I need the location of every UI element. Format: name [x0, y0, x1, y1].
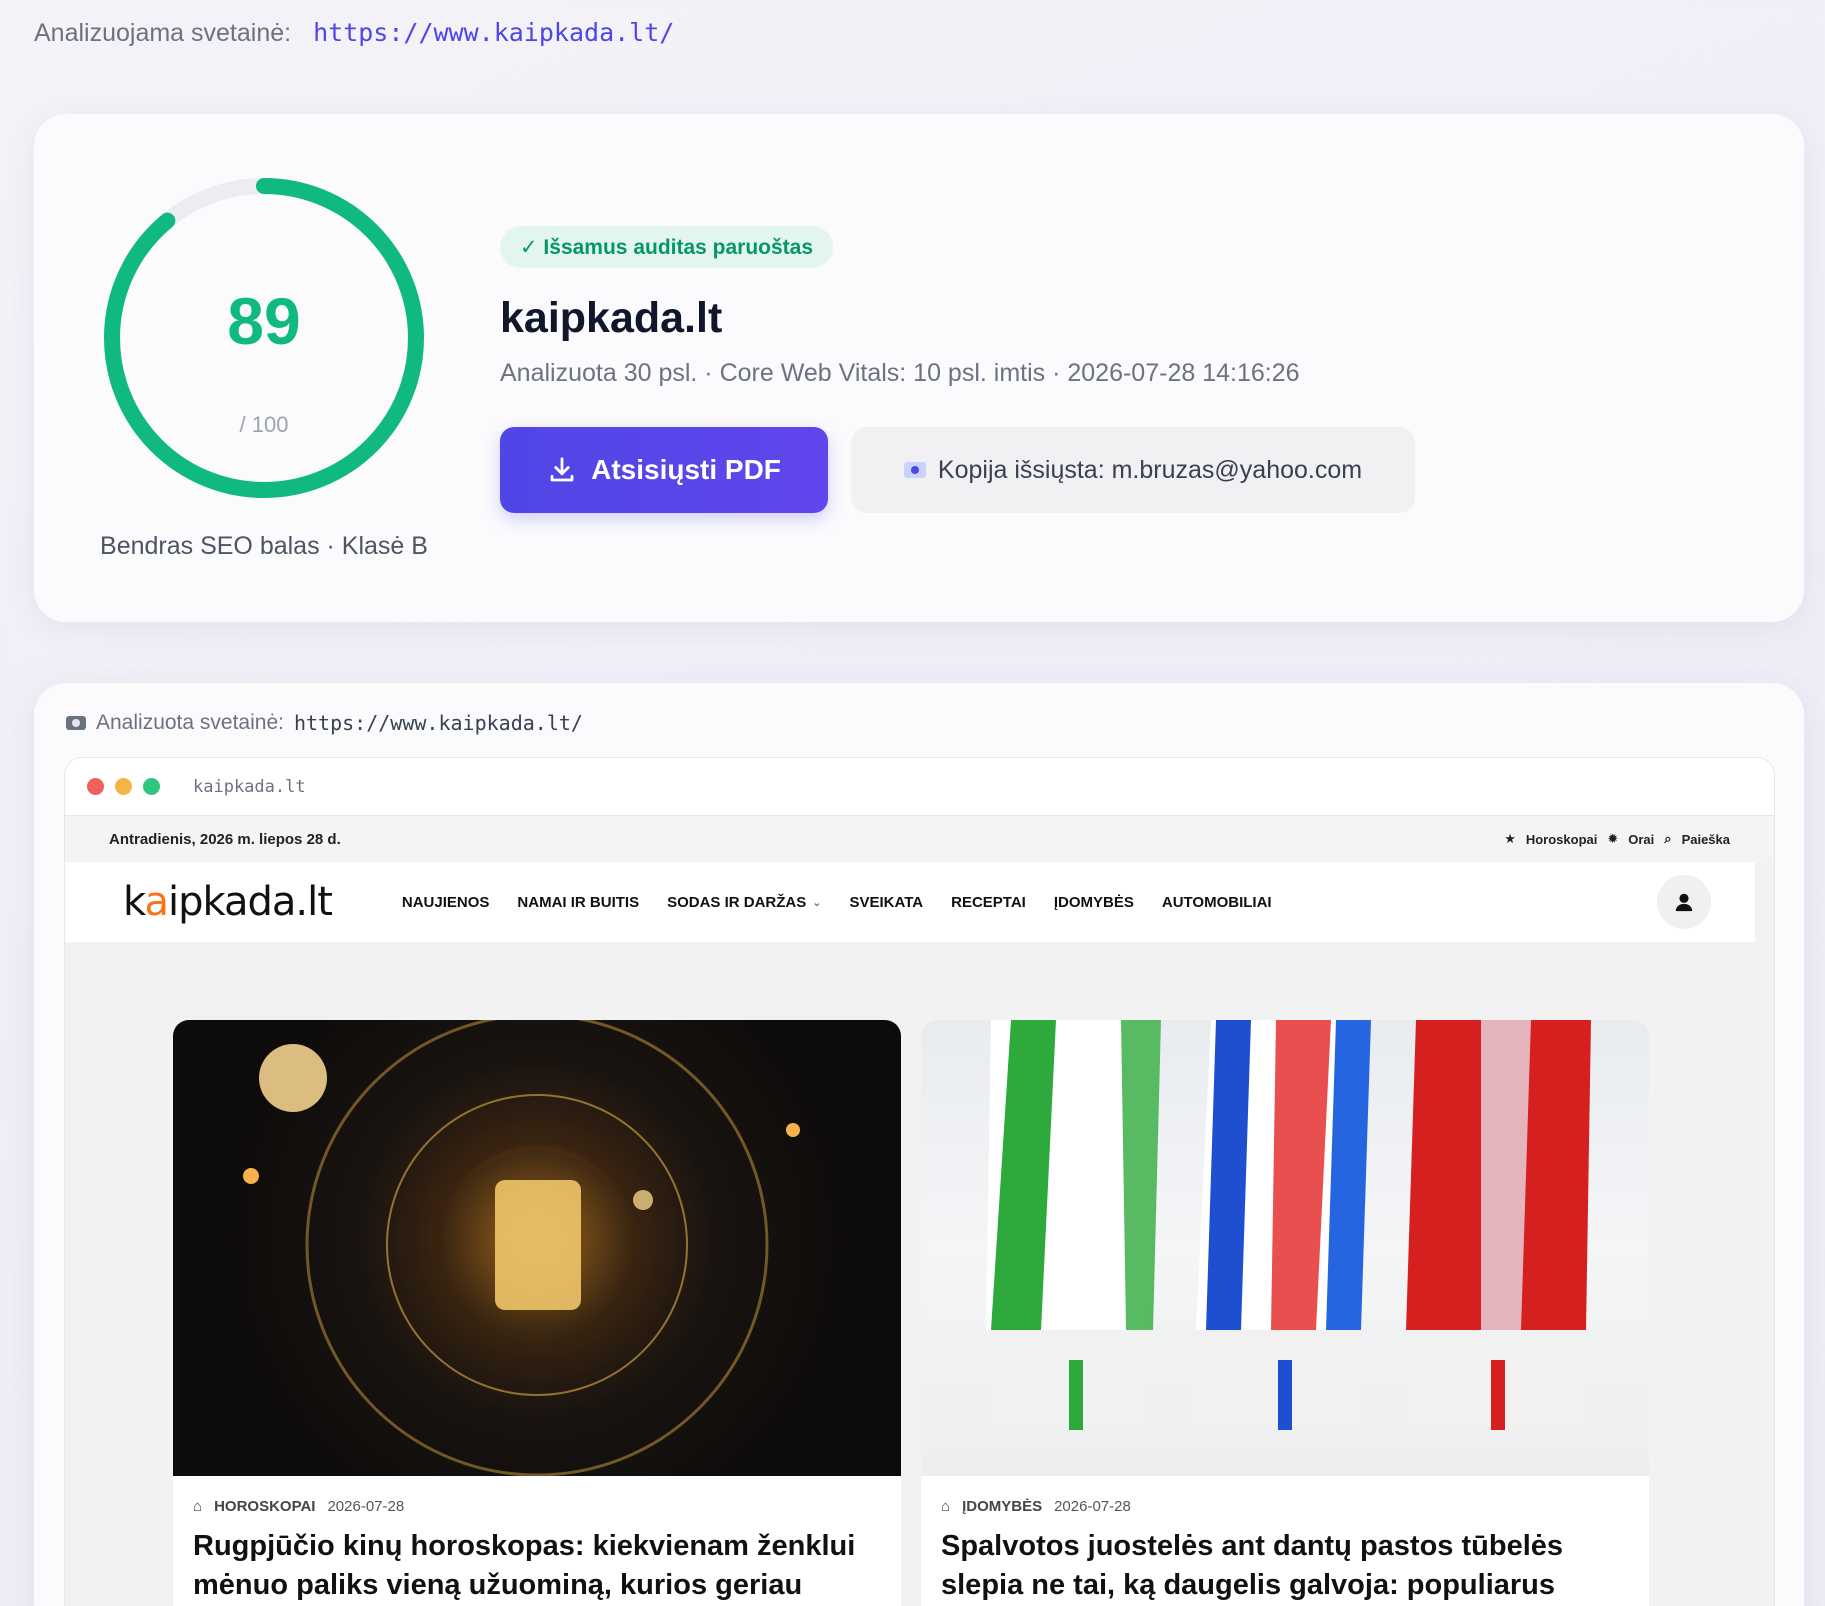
article-date: 2026-07-28 [327, 1498, 405, 1515]
article-category[interactable]: ĮDOMYBĖS [962, 1498, 1042, 1515]
address-bar: kaipkada.lt [193, 776, 306, 797]
site-screenshot-card: Analizuota svetainė: https://www.kaipkad… [34, 683, 1804, 1606]
score-caption: Bendras SEO balas · Klasė B [100, 532, 428, 560]
article-category[interactable]: HOROSKOPAI [214, 1498, 315, 1515]
copy-sent-notice: Kopija išsiųsta: m.bruzas@yahoo.com [851, 427, 1415, 513]
close-dot-icon [87, 778, 104, 795]
site-menu: NAUJIENOS NAMAI IR BUITIS SODAS IR DARŽA… [402, 894, 1272, 911]
toothpaste-image [921, 1020, 1649, 1476]
menu-item-garden[interactable]: SODAS IR DARŽAS ⌄ [667, 894, 821, 911]
article-title[interactable]: Rugpjūčio kinų horoskopas: kiekvienam že… [173, 1515, 901, 1604]
score-card: 89 / 100 Bendras SEO balas · Klasė B ✓ I… [34, 114, 1804, 622]
site-title: kaipkada.lt [500, 294, 723, 342]
menu-item-news[interactable]: NAUJIENOS [402, 894, 490, 911]
article-card[interactable]: ⌂ HOROSKOPAI 2026-07-28 Rugpjūčio kinų h… [173, 1020, 901, 1606]
tag-icon: ⌂ [941, 1498, 951, 1515]
top-link-horoscopes[interactable]: Horoskopai [1526, 832, 1598, 847]
email-icon [903, 462, 926, 478]
article-meta: ⌂ ĮDOMYBĖS 2026-07-28 [921, 1476, 1649, 1515]
site-topbar: Antradienis, 2026 m. liepos 28 d. ★ Horo… [65, 816, 1774, 862]
search-icon: ⌕ [1664, 831, 1672, 846]
article-meta: ⌂ HOROSKOPAI 2026-07-28 [173, 1476, 901, 1515]
menu-item-garden-label: SODAS IR DARŽAS [667, 893, 807, 911]
download-icon [550, 457, 574, 482]
star-icon: ★ [1504, 831, 1516, 846]
minimize-dot-icon [115, 778, 132, 795]
site-navbar: kaipkada.lt NAUJIENOS NAMAI IR BUITIS SO… [65, 862, 1755, 942]
browser-chrome: kaipkada.lt [65, 758, 1774, 816]
maximize-dot-icon [143, 778, 160, 795]
site-page-preview: Antradienis, 2026 m. liepos 28 d. ★ Horo… [65, 816, 1774, 1606]
copy-sent-text: Kopija išsiųsta: m.bruzas@yahoo.com [937, 455, 1363, 484]
user-icon [1675, 893, 1693, 912]
horoscope-image [173, 1020, 901, 1476]
article-title[interactable]: Spalvotos juostelės ant dantų pastos tūb… [921, 1515, 1649, 1606]
site-date: Antradienis, 2026 m. liepos 28 d. [109, 830, 341, 848]
article-cards: ⌂ HOROSKOPAI 2026-07-28 Rugpjūčio kinų h… [173, 1020, 1649, 1606]
sun-icon: ✹ [1607, 831, 1619, 846]
site-logo[interactable]: kaipkada.lt [123, 879, 333, 925]
analyzed-site-line: Analizuojama svetainė: https://www.kaipk… [34, 18, 674, 48]
screenshot-label-text: Analizuota svetainė: [96, 711, 284, 734]
camera-icon [66, 716, 86, 730]
top-link-weather[interactable]: Orai [1628, 832, 1654, 847]
screenshot-url[interactable]: https://www.kaipkada.lt/ [294, 711, 583, 735]
chevron-down-icon: ⌄ [812, 896, 822, 909]
menu-item-cars[interactable]: AUTOMOBILIAI [1162, 894, 1272, 911]
menu-item-curiosities[interactable]: ĮDOMYBĖS [1054, 894, 1134, 911]
article-date: 2026-07-28 [1054, 1498, 1131, 1515]
browser-frame: kaipkada.lt Antradienis, 2026 m. liepos … [64, 757, 1775, 1606]
download-pdf-button[interactable]: Atsisiųsti PDF [500, 427, 828, 513]
score-value: 89 [227, 284, 301, 358]
menu-item-home[interactable]: NAMAI IR BUITIS [517, 894, 639, 911]
audit-ready-badge: ✓ Išsamus auditas paruoštas [500, 226, 834, 268]
article-card[interactable]: ⌂ ĮDOMYBĖS 2026-07-28 Spalvotos juostelė… [921, 1020, 1649, 1606]
analyzed-site-label: Analizuojama svetainė: [34, 19, 292, 47]
user-account-button[interactable] [1657, 875, 1711, 929]
score-max: / 100 [239, 412, 289, 437]
analysis-meta: Analizuota 30 psl. · Core Web Vitals: 10… [500, 359, 1300, 387]
screenshot-label: Analizuota svetainė: https://www.kaipkad… [66, 711, 583, 735]
tag-icon: ⌂ [193, 1498, 203, 1515]
menu-item-recipes[interactable]: RECEPTAI [951, 894, 1026, 911]
menu-item-health[interactable]: SVEIKATA [849, 894, 923, 911]
top-link-search[interactable]: Paieška [1682, 832, 1730, 847]
site-top-links: ★ Horoskopai ✹ Orai ⌕ Paieška [1504, 831, 1730, 847]
analyzed-site-url[interactable]: https://www.kaipkada.lt/ [313, 18, 674, 47]
score-gauge: 89 / 100 [94, 168, 434, 508]
download-pdf-label: Atsisiųsti PDF [591, 454, 781, 485]
